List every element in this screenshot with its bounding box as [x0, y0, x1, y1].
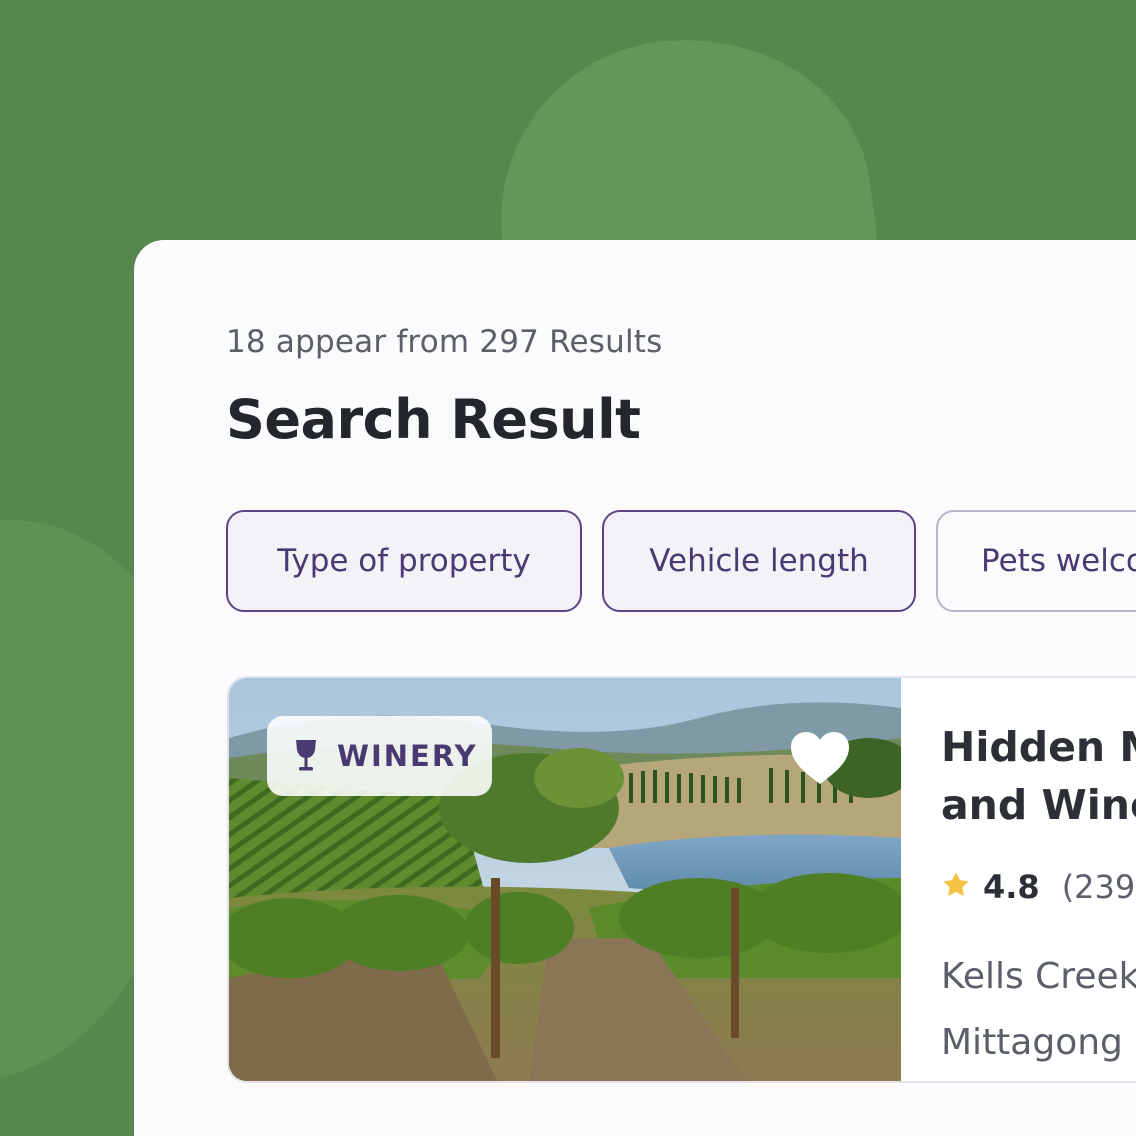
filter-type-of-property[interactable]: Type of property	[226, 510, 582, 612]
listing-title-line: and Wine	[941, 781, 1136, 829]
rating-row: 4.8 (239	[941, 868, 1136, 906]
app-screen: 18 appear from 297 Results Search Result…	[0, 0, 1136, 1136]
address-line: Mittagong	[941, 1022, 1123, 1063]
address-line: Kells Creek	[941, 956, 1136, 997]
results-count: 18 appear from 297 Results	[226, 324, 663, 360]
listing-address: Kells Creek Mittagong	[941, 944, 1136, 1076]
listing-title-line: Hidden M	[941, 723, 1136, 771]
review-count: (239	[1061, 868, 1136, 906]
category-badge: WINERY	[267, 716, 492, 796]
page-title: Search Result	[226, 388, 641, 451]
listing-card[interactable]: WINERY Hidden M and Wine	[227, 676, 1136, 1083]
filter-vehicle-length[interactable]: Vehicle length	[602, 510, 916, 612]
listing-photo[interactable]: WINERY	[229, 678, 901, 1081]
heart-icon[interactable]	[789, 730, 851, 786]
category-label: WINERY	[337, 739, 478, 773]
wine-glass-icon	[293, 738, 319, 774]
rating-value: 4.8	[983, 868, 1040, 906]
listing-info: Hidden M and Wine 4.8 (239 Kells Creek M…	[941, 718, 1136, 1076]
filter-pets-welcome[interactable]: Pets welco	[936, 510, 1136, 612]
listing-title[interactable]: Hidden M and Wine	[941, 718, 1136, 834]
star-icon	[941, 870, 971, 904]
search-results-panel: 18 appear from 297 Results Search Result…	[134, 240, 1136, 1136]
